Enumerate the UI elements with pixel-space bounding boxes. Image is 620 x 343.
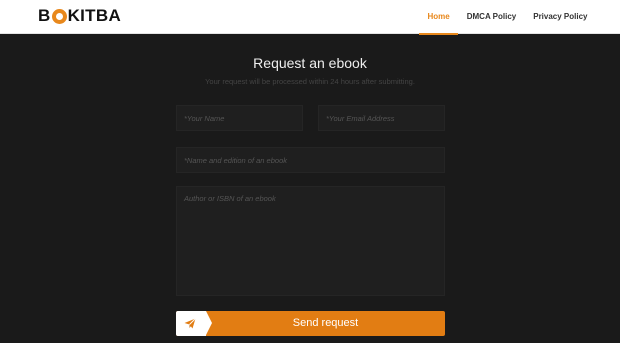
logo-ring-icon <box>51 8 67 24</box>
send-request-label: Send request <box>292 317 359 329</box>
send-request-button[interactable]: Send request <box>176 311 445 336</box>
author-isbn-field[interactable]: Author or ISBN of an ebook <box>176 186 445 296</box>
site-logo[interactable]: B KITBA <box>38 6 121 26</box>
email-field[interactable]: *Your Email Address <box>318 105 445 131</box>
paper-plane-icon <box>184 318 196 329</box>
ebook-name-field[interactable]: *Name and edition of an ebook <box>176 147 445 173</box>
site-header: B KITBA Home DMCA Policy Privacy Policy <box>0 0 620 35</box>
logo-text-start: B <box>38 6 51 25</box>
logo-text-end: KITBA <box>67 6 122 25</box>
send-icon-box <box>176 311 212 336</box>
main-nav: Home DMCA Policy Privacy Policy <box>419 0 596 35</box>
name-field[interactable]: *Your Name <box>176 105 303 131</box>
nav-dmca-policy[interactable]: DMCA Policy <box>458 0 525 34</box>
nav-home[interactable]: Home <box>419 0 459 35</box>
page-subtitle: Your request will be processed within 24… <box>205 77 415 86</box>
page-title: Request an ebook <box>253 55 367 71</box>
nav-privacy-policy[interactable]: Privacy Policy <box>525 0 596 34</box>
